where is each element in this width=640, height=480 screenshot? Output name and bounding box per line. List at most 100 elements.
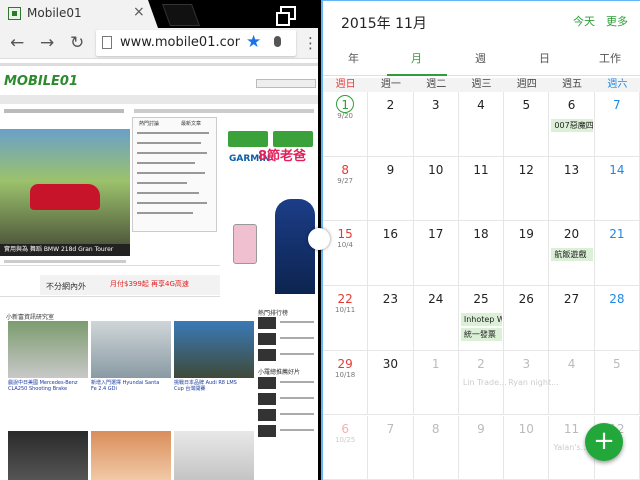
list-item[interactable] [137,182,187,184]
day-cell[interactable]: 9 [368,156,414,222]
back-icon[interactable]: ← [10,32,24,54]
today-button[interactable]: 今天 [573,13,595,29]
day-cell[interactable]: 1 9/20 [323,92,369,157]
rank-thumb[interactable] [258,333,276,345]
rank-title[interactable] [280,381,314,383]
day-cell[interactable]: 17 [413,221,459,287]
day-cell[interactable]: 15 10/4 [323,221,369,287]
rank-title[interactable] [280,397,314,399]
day-cell[interactable]: 8 [413,415,459,480]
mic-icon[interactable] [274,36,281,47]
list-item[interactable] [137,142,201,144]
day-cell[interactable]: 24 [413,286,459,351]
list-item[interactable] [137,152,207,154]
rank-thumb[interactable] [258,317,276,329]
address-bar[interactable]: www.mobile01.com/index ★ [96,30,296,56]
day-cell[interactable]: 6 10/25 [323,415,369,480]
tab-week[interactable]: 週 [475,50,486,66]
day-cell[interactable]: 10 [413,156,459,222]
forward-icon[interactable]: → [40,32,54,54]
rank-thumb[interactable] [258,425,276,437]
calendar-event[interactable]: 007惡魔四 [551,119,593,132]
panel-tab-hot[interactable]: 熱門討論 [139,120,159,127]
list-item[interactable] [137,172,205,174]
article-thumb[interactable] [91,431,171,480]
reload-icon[interactable]: ↻ [70,32,84,54]
day-cell[interactable]: 29 10/18 [323,350,369,416]
list-item[interactable] [137,132,209,134]
url-text[interactable]: www.mobile01.com/index [120,35,240,50]
day-cell[interactable]: 21 [594,221,640,287]
page-info-icon[interactable] [102,36,112,49]
day-cell[interactable]: 11 [458,156,505,222]
day-cell[interactable]: 12 [504,156,550,222]
article-thumb[interactable] [8,431,88,480]
article-caption[interactable]: 挑戰日本品牌 Audi R8 LMS Cup 台灣開賽 [174,380,248,392]
day-cell[interactable]: 7 [594,92,640,157]
day-cell[interactable]: 23 [368,286,414,351]
day-cell[interactable]: 2 [368,92,414,157]
list-item[interactable] [137,162,195,164]
article-thumb[interactable] [174,321,254,378]
tab-close-icon[interactable]: × [133,4,145,20]
article-thumb[interactable] [91,321,171,378]
day-cell[interactable]: 27 [549,286,595,351]
day-cell[interactable]: 7 [368,415,414,480]
day-cell[interactable]: 8 9/27 [323,156,369,222]
rank-thumb[interactable] [258,377,276,389]
month-title[interactable]: 2015年 11月 [341,13,427,33]
calendar-event[interactable]: 航飯遊戲 [551,248,593,262]
bookmark-star-icon[interactable]: ★ [246,32,261,52]
article-thumb[interactable] [8,321,88,378]
rank-title[interactable] [280,413,314,415]
list-item[interactable] [137,192,199,194]
day-cell[interactable]: 30 [368,350,414,416]
day-cell[interactable]: 22 10/11 [323,286,369,351]
add-event-button[interactable]: + [585,423,623,461]
window-switch-icon[interactable] [276,6,296,26]
day-cell[interactable]: 5 [594,350,640,416]
menu-more-icon[interactable]: ⋮ [303,34,318,52]
tab-year[interactable]: 年 [348,50,359,66]
day-cell[interactable]: 14 [594,156,640,222]
day-cell[interactable]: 26 [504,286,550,351]
day-cell[interactable]: 16 [368,221,414,287]
hero-image[interactable] [0,129,130,244]
browser-tab[interactable]: Mobile01 × [0,0,158,28]
more-button[interactable]: 更多 [606,13,628,29]
day-cell[interactable]: 1 [413,350,459,416]
panel-tab-latest[interactable]: 最新文章 [181,120,201,127]
hero-caption[interactable]: 實用與為 舞蹈 BMW 218d Gran Tourer [0,244,130,256]
site-logo[interactable]: MOBILE01 [4,74,78,89]
day-cell[interactable]: 19 [504,221,550,287]
article-caption[interactable]: 戲說中日美國 Mercedes-Benz CLA250 Shooting Bra… [8,380,82,392]
rank-thumb[interactable] [258,349,276,361]
site-search-box[interactable] [256,79,316,88]
list-item[interactable] [137,202,207,204]
rank-title[interactable] [280,429,314,431]
day-cell[interactable]: 13 [549,156,595,222]
rank-thumb[interactable] [258,409,276,421]
calendar-event-faded[interactable]: Lin Trade... [463,378,507,387]
split-view-handle[interactable] [308,228,330,250]
calendar-event[interactable]: Inhotep W... [460,313,503,327]
rank-title[interactable] [280,337,314,339]
new-tab-button[interactable] [161,4,201,26]
calendar-event[interactable]: 統一發票 [460,328,503,342]
promo-banner-body[interactable]: 不分網內外 月付$399起 再享4G高速 [40,275,220,295]
rank-title[interactable] [280,353,314,355]
tab-tasks[interactable]: 工作 [599,50,621,66]
tab-day[interactable]: 日 [539,50,550,66]
article-thumb[interactable] [174,431,254,480]
day-cell[interactable]: 9 [458,415,505,480]
day-cell[interactable]: 18 [458,221,505,287]
rank-thumb[interactable] [258,393,276,405]
calendar-event-faded[interactable]: Ryan night... [508,378,559,387]
day-cell[interactable]: 5 [504,92,550,157]
day-cell[interactable]: 28 [594,286,640,351]
calendar-event-faded[interactable]: Yalan's... [553,443,588,452]
day-cell[interactable]: 3 [413,92,459,157]
day-cell[interactable]: 4 [458,92,505,157]
day-cell[interactable]: 10 [504,415,550,480]
tab-month[interactable]: 月 [411,50,422,66]
